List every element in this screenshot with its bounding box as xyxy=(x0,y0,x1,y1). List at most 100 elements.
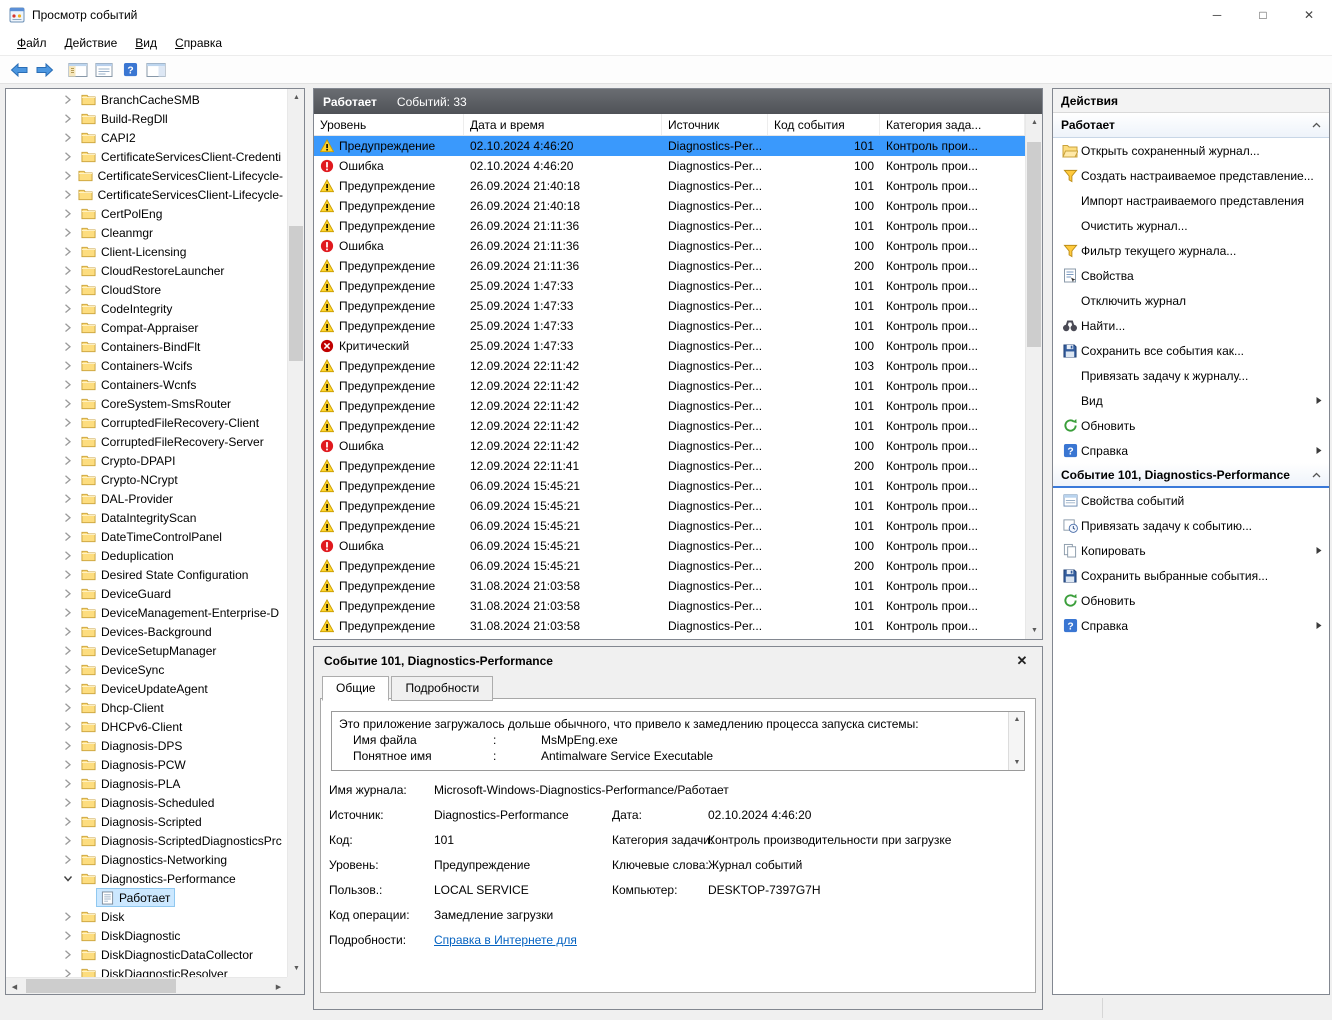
events-vertical-scrollbar[interactable]: ▲ ▼ xyxy=(1025,114,1042,639)
event-row[interactable]: Предупреждение06.09.2024 15:45:21Diagnos… xyxy=(314,496,1025,516)
chevron-right-icon[interactable] xyxy=(63,418,77,427)
tree-vertical-scrollbar[interactable]: ▲ ▼ xyxy=(287,89,304,977)
event-row[interactable]: Предупреждение12.09.2024 22:11:42Diagnos… xyxy=(314,416,1025,436)
tree-item[interactable]: CertificateServicesClient-Credenti xyxy=(6,147,287,166)
online-help-link[interactable]: Справка в Интернете для xyxy=(434,933,577,947)
tree-item[interactable]: CertificateServicesClient-Lifecycle- xyxy=(6,185,287,204)
show-hide-action-pane-icon[interactable] xyxy=(143,58,169,82)
chevron-right-icon[interactable] xyxy=(63,209,77,218)
tree-horizontal-scrollbar[interactable]: ◀ ▶ xyxy=(6,977,287,994)
column-header[interactable]: Дата и время xyxy=(464,114,662,135)
tree-item[interactable]: Compat-Appraiser xyxy=(6,318,287,337)
action-item[interactable]: ?Справка xyxy=(1053,438,1329,463)
tree-item[interactable]: CorruptedFileRecovery-Server xyxy=(6,432,287,451)
scroll-down-icon[interactable]: ▼ xyxy=(1026,622,1043,639)
tree-item[interactable]: Containers-Wcnfs xyxy=(6,375,287,394)
back-icon[interactable] xyxy=(6,58,32,82)
chevron-right-icon[interactable] xyxy=(63,817,77,826)
chevron-right-icon[interactable] xyxy=(63,342,77,351)
chevron-right-icon[interactable] xyxy=(63,570,77,579)
tab-general[interactable]: Общие xyxy=(322,676,389,701)
chevron-right-icon[interactable] xyxy=(63,722,77,731)
tree-item[interactable]: Cleanmgr xyxy=(6,223,287,242)
tree-item[interactable]: Client-Licensing xyxy=(6,242,287,261)
menu-file[interactable]: Файл xyxy=(8,32,56,54)
tree-item[interactable]: DeviceSetupManager xyxy=(6,641,287,660)
chevron-right-icon[interactable] xyxy=(63,532,77,541)
tree-item[interactable]: CodeIntegrity xyxy=(6,299,287,318)
column-header[interactable]: Источник xyxy=(662,114,768,135)
chevron-right-icon[interactable] xyxy=(63,285,77,294)
tree-item[interactable]: CorruptedFileRecovery-Client xyxy=(6,413,287,432)
chevron-right-icon[interactable] xyxy=(63,247,77,256)
chevron-right-icon[interactable] xyxy=(63,304,77,313)
actions-section-header[interactable]: Работает xyxy=(1053,113,1329,138)
tree-item[interactable]: Desired State Configuration xyxy=(6,565,287,584)
column-header[interactable]: Уровень xyxy=(314,114,464,135)
menu-action[interactable]: Действие xyxy=(56,32,127,54)
scroll-up-icon[interactable]: ▲ xyxy=(1026,114,1043,131)
tree-item[interactable]: DateTimeControlPanel xyxy=(6,527,287,546)
chevron-right-icon[interactable] xyxy=(63,912,77,921)
event-row[interactable]: Предупреждение06.09.2024 15:45:21Diagnos… xyxy=(314,516,1025,536)
tree-item[interactable]: Containers-BindFlt xyxy=(6,337,287,356)
scrollbar-thumb[interactable] xyxy=(26,979,176,993)
tree-item[interactable]: Diagnosis-Scheduled xyxy=(6,793,287,812)
action-item[interactable]: Открыть сохраненный журнал... xyxy=(1053,138,1329,163)
scroll-up-icon[interactable]: ▲ xyxy=(1009,712,1025,727)
tree-item[interactable]: Crypto-NCrypt xyxy=(6,470,287,489)
collapse-section-icon[interactable] xyxy=(1310,120,1323,130)
column-header[interactable]: Категория зада... xyxy=(880,114,1025,135)
action-item[interactable]: Очистить журнал... xyxy=(1053,213,1329,238)
scrollbar-thumb[interactable] xyxy=(289,226,303,361)
chevron-right-icon[interactable] xyxy=(63,475,77,484)
tree-item[interactable]: Crypto-DPAPI xyxy=(6,451,287,470)
event-row[interactable]: Ошибка12.09.2024 22:11:42Diagnostics-Per… xyxy=(314,436,1025,456)
tree-item[interactable]: DeviceSync xyxy=(6,660,287,679)
scroll-right-icon[interactable]: ▶ xyxy=(270,978,287,995)
tree-item[interactable]: Diagnosis-Scripted xyxy=(6,812,287,831)
column-header[interactable]: Код события xyxy=(768,114,880,135)
description-scrollbar[interactable]: ▲ ▼ xyxy=(1008,712,1024,770)
tree-item[interactable]: DHCPv6-Client xyxy=(6,717,287,736)
chevron-right-icon[interactable] xyxy=(63,608,77,617)
chevron-right-icon[interactable] xyxy=(63,798,77,807)
properties-window-icon[interactable] xyxy=(91,58,117,82)
tree-item[interactable]: Dhcp-Client xyxy=(6,698,287,717)
tree-item[interactable]: CertificateServicesClient-Lifecycle- xyxy=(6,166,287,185)
chevron-right-icon[interactable] xyxy=(63,266,77,275)
event-row[interactable]: Предупреждение25.09.2024 1:47:33Diagnost… xyxy=(314,316,1025,336)
scroll-up-icon[interactable]: ▲ xyxy=(288,89,305,106)
event-row[interactable]: Предупреждение02.10.2024 4:46:20Diagnost… xyxy=(314,136,1025,156)
event-row[interactable]: Ошибка26.09.2024 21:11:36Diagnostics-Per… xyxy=(314,236,1025,256)
chevron-right-icon[interactable] xyxy=(63,95,77,104)
close-button[interactable]: ✕ xyxy=(1286,0,1332,30)
menu-view[interactable]: Вид xyxy=(126,32,166,54)
tree-item[interactable]: Diagnostics-Networking xyxy=(6,850,287,869)
forward-icon[interactable] xyxy=(32,58,58,82)
action-item[interactable]: Создать настраиваемое представление... xyxy=(1053,163,1329,188)
event-row[interactable]: Предупреждение26.09.2024 21:11:36Diagnos… xyxy=(314,256,1025,276)
tree-item[interactable]: Работает xyxy=(6,888,287,907)
tree-item[interactable]: Deduplication xyxy=(6,546,287,565)
chevron-right-icon[interactable] xyxy=(63,969,77,977)
event-row[interactable]: Предупреждение06.09.2024 15:45:21Diagnos… xyxy=(314,476,1025,496)
tab-details[interactable]: Подробности xyxy=(391,676,493,701)
chevron-right-icon[interactable] xyxy=(63,323,77,332)
event-row[interactable]: Предупреждение31.08.2024 21:03:58Diagnos… xyxy=(314,576,1025,596)
tree-item[interactable]: DeviceUpdateAgent xyxy=(6,679,287,698)
tree-item[interactable]: CloudStore xyxy=(6,280,287,299)
event-row[interactable]: Критический25.09.2024 1:47:33Diagnostics… xyxy=(314,336,1025,356)
chevron-right-icon[interactable] xyxy=(63,152,77,161)
tree-item[interactable]: DiskDiagnosticResolver xyxy=(6,964,287,977)
chevron-right-icon[interactable] xyxy=(63,741,77,750)
chevron-right-icon[interactable] xyxy=(63,855,77,864)
menu-help[interactable]: Справка xyxy=(166,32,231,54)
action-item[interactable]: Сохранить все события как... xyxy=(1053,338,1329,363)
event-row[interactable]: Предупреждение26.09.2024 21:40:18Diagnos… xyxy=(314,196,1025,216)
show-hide-console-tree-icon[interactable] xyxy=(65,58,91,82)
event-row[interactable]: Ошибка02.10.2024 4:46:20Diagnostics-Per.… xyxy=(314,156,1025,176)
chevron-right-icon[interactable] xyxy=(63,551,77,560)
chevron-right-icon[interactable] xyxy=(63,931,77,940)
chevron-right-icon[interactable] xyxy=(63,684,77,693)
